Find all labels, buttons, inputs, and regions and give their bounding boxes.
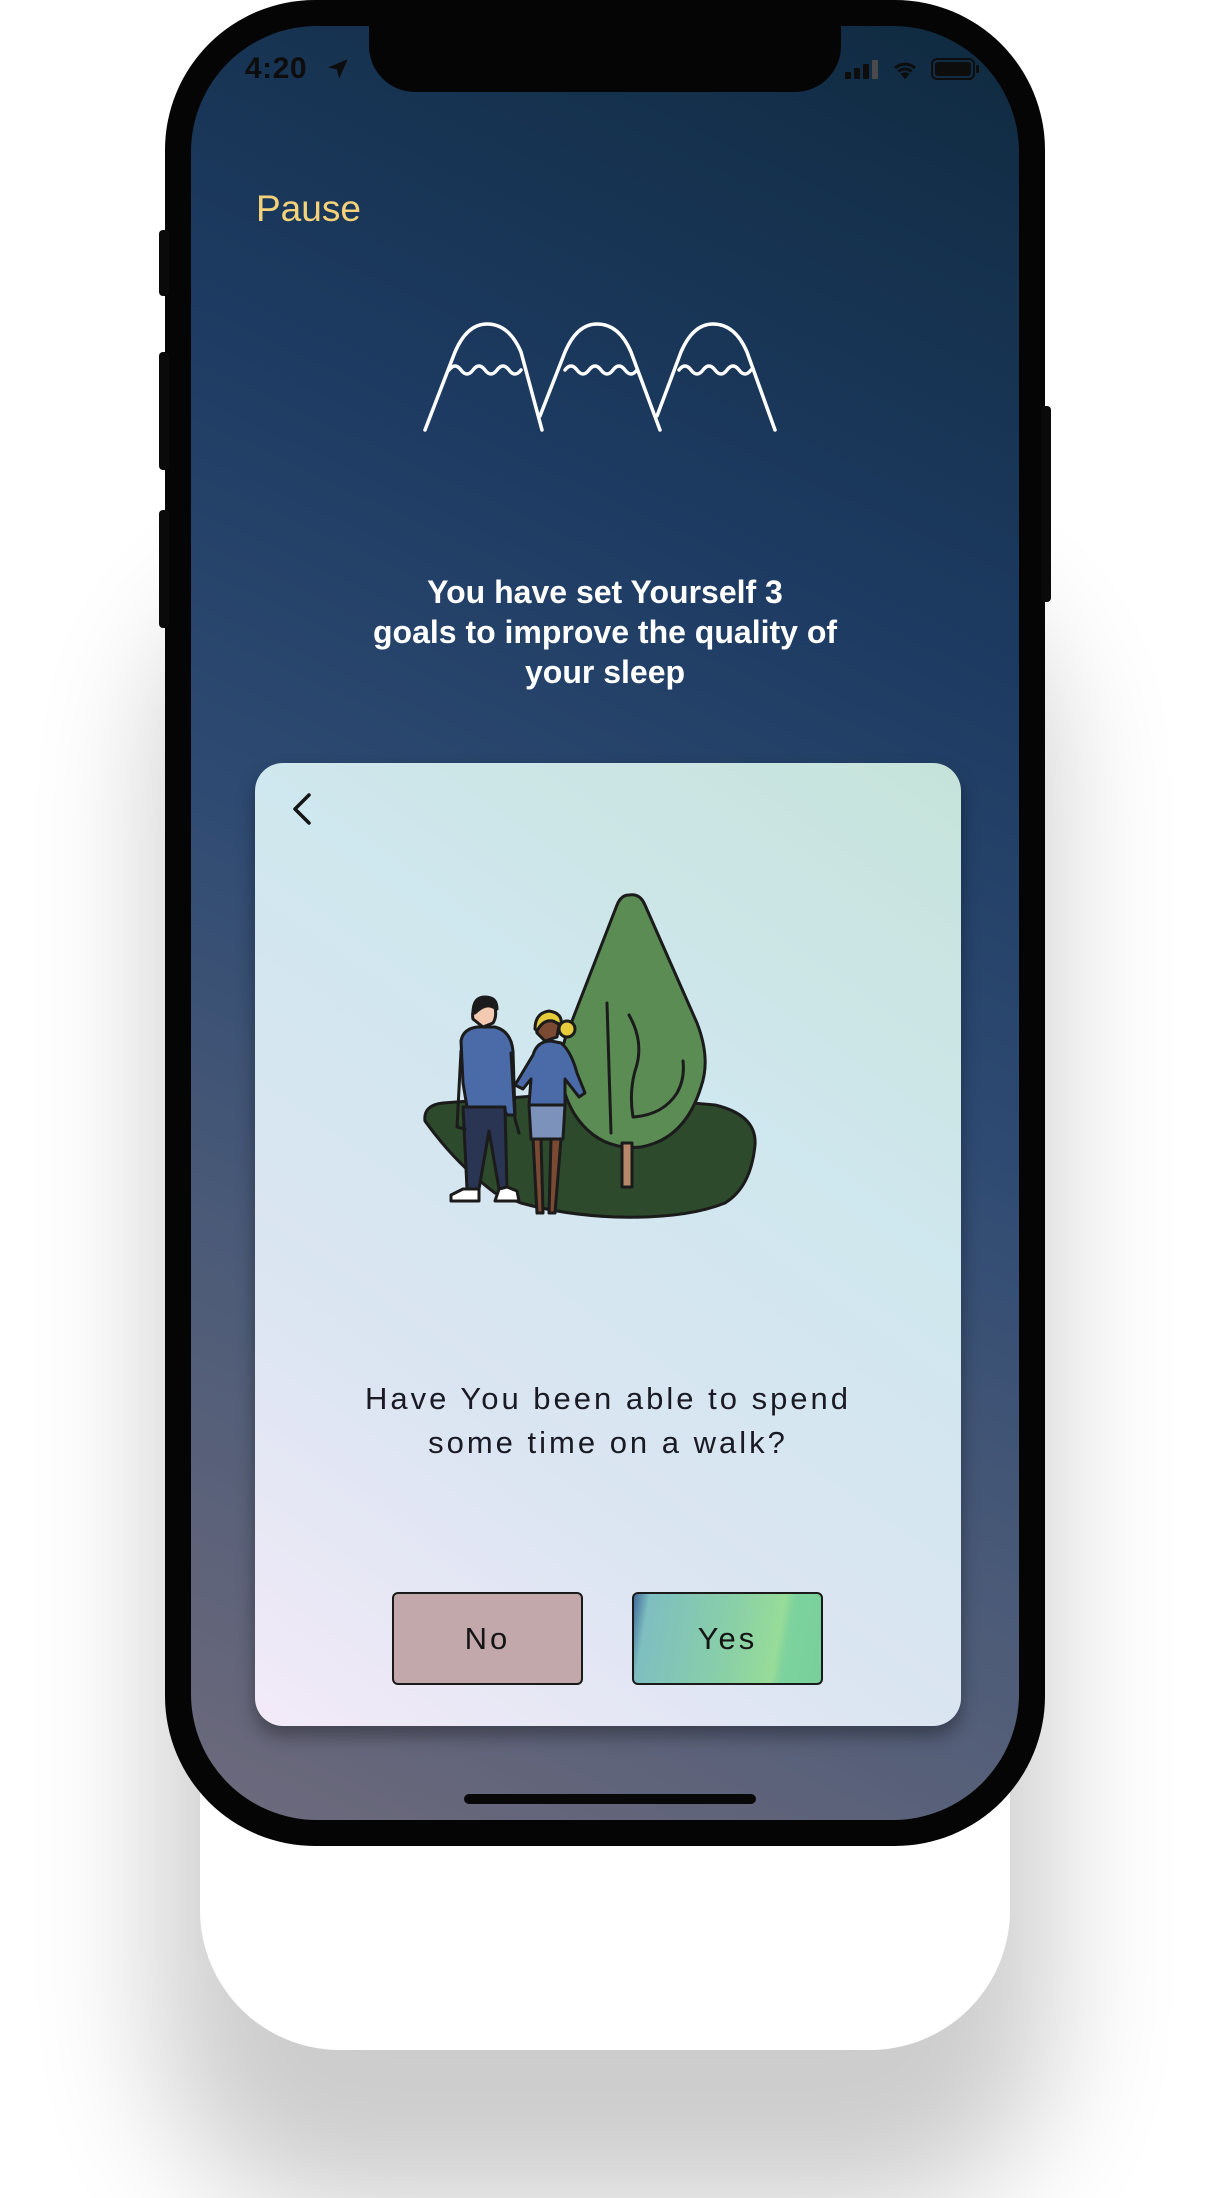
status-time: 4:20: [245, 52, 308, 85]
goals-headline: You have set Yourself 3 goals to improve…: [372, 574, 838, 690]
screen: 4:20 Pause You have set Yourself 3 goals…: [191, 26, 1019, 1820]
power-button: [1041, 406, 1051, 602]
chevron-left-icon[interactable]: [281, 787, 321, 831]
pause-button[interactable]: Pause: [256, 188, 361, 230]
cellular-signal-icon: [845, 60, 878, 79]
couple-walking-tree-illustration: [423, 893, 757, 1219]
mountains-logo-icon: [423, 322, 777, 432]
wifi-icon: [894, 62, 916, 79]
canvas: 4:20 Pause You have set Yourself 3 goals…: [0, 0, 1206, 2198]
silent-switch: [159, 230, 169, 296]
question-card: Have You been able to spend some time on…: [255, 763, 961, 1726]
volume-up-button: [159, 352, 169, 470]
phone-frame: 4:20 Pause You have set Yourself 3 goals…: [159, 0, 1051, 1846]
location-arrow-icon: [328, 59, 348, 79]
walk-question: Have You been able to spend some time on…: [364, 1381, 852, 1460]
volume-down-button: [159, 510, 169, 628]
no-button[interactable]: No: [392, 1592, 583, 1685]
status-indicators: [845, 58, 981, 80]
yes-button[interactable]: Yes: [632, 1592, 823, 1685]
battery-icon: [931, 58, 979, 80]
home-indicator[interactable]: [464, 1794, 756, 1804]
notch: [369, 26, 841, 92]
